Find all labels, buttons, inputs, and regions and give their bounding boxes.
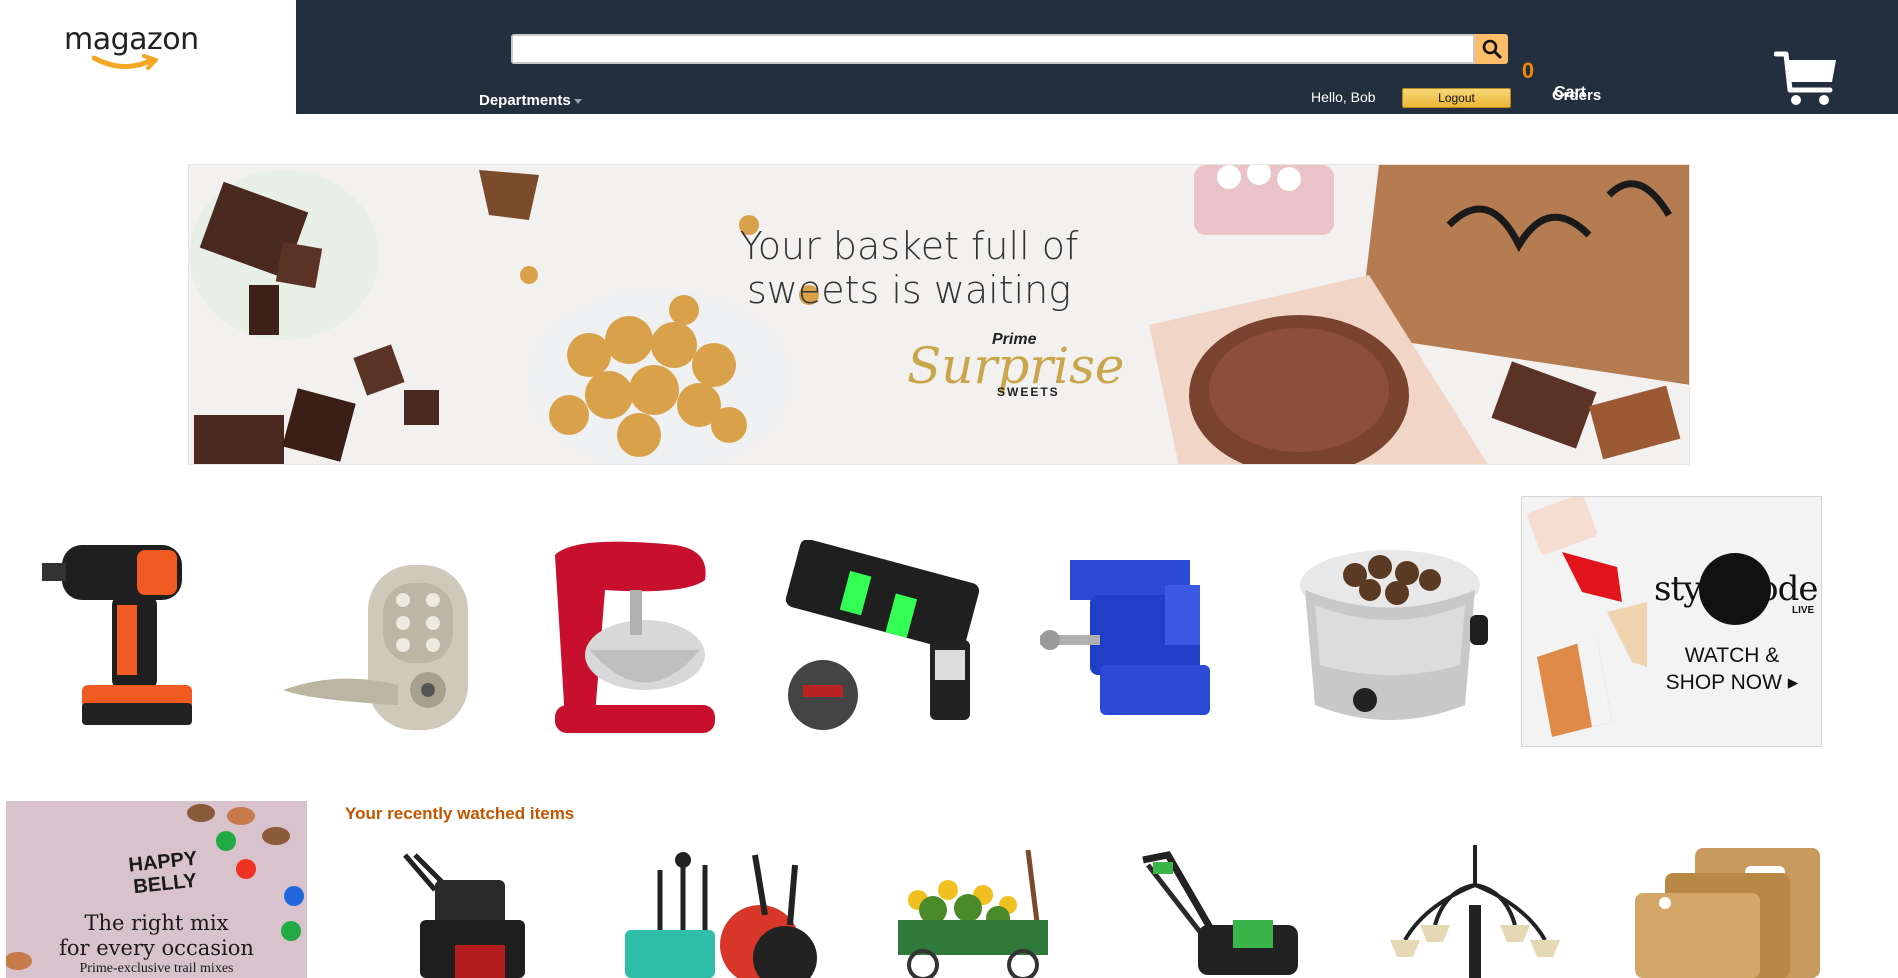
departments-menu[interactable]: Departments: [479, 92, 582, 109]
style-code-image: [1527, 497, 1771, 737]
top-navbar: Departments Hello, Bob Logout Orders: [296, 0, 1898, 114]
search-icon: [1482, 39, 1501, 59]
style-code-title: style code: [1654, 569, 1819, 609]
hero-image: [189, 165, 1689, 464]
cordless-drill-image: [42, 545, 192, 725]
logo[interactable]: magazon: [0, 0, 296, 114]
electric-mower-image: [1142, 851, 1298, 975]
cart-label[interactable]: Cart: [1554, 84, 1586, 102]
logout-button[interactable]: Logout: [1402, 88, 1511, 108]
cart-count: 0: [1521, 58, 1535, 83]
watched-item-garden-cart[interactable]: [888, 849, 1068, 978]
hero-headline: Your basket full of sweets is waiting: [409, 224, 1409, 312]
hero-banner[interactable]: Your basket full of sweets is waiting Pr…: [188, 164, 1690, 465]
stand-mixer-image: [555, 541, 715, 733]
hero-brand-sub: SWEETS: [997, 385, 1060, 399]
logo-smile-icon: [92, 54, 158, 70]
search-button[interactable]: [1475, 34, 1508, 64]
product-cordless-drill[interactable]: [42, 535, 202, 735]
style-code-live: LIVE: [1792, 605, 1815, 616]
watched-item-cutting-boards[interactable]: [1635, 848, 1820, 978]
keypad-door-lever-image: [283, 565, 468, 730]
product-keypad-door-lever[interactable]: [278, 555, 478, 735]
page: magazon Departments Hello, Bob Logout Or…: [0, 0, 1898, 978]
bench-vise-image: [1040, 560, 1210, 715]
style-code-cta-line1: WATCH &: [1684, 644, 1780, 667]
happy-belly-subtext: Prime-exclusive trail mixes: [79, 961, 234, 976]
laser-level-image: [785, 539, 980, 730]
hero-headline-line1: Your basket full of: [739, 224, 1079, 268]
product-slow-cooker[interactable]: [1295, 545, 1490, 730]
garden-cart-image: [898, 849, 1048, 978]
watched-item-cookware-set[interactable]: [625, 850, 825, 978]
hero-headline-line2: sweets is waiting: [746, 268, 1072, 312]
style-code-cta-line2: SHOP NOW ▸: [1665, 671, 1799, 694]
departments-label: Departments: [479, 92, 571, 109]
search-input[interactable]: [511, 34, 1475, 64]
cart-icon: [1774, 51, 1836, 105]
style-code-cta: WATCH & SHOP NOW ▸: [1652, 642, 1812, 696]
slow-cooker-image: [1300, 550, 1488, 720]
happy-belly-headline: The right mix for every occasion: [6, 911, 307, 961]
happy-belly-headline-line1: The right mix: [84, 911, 229, 935]
chevron-down-icon: [573, 99, 582, 104]
product-stand-mixer[interactable]: [535, 535, 725, 735]
cart-button[interactable]: [1774, 50, 1898, 110]
logo-text: magazon: [64, 22, 199, 57]
product-laser-level[interactable]: [785, 539, 980, 735]
watched-item-chandelier[interactable]: [1385, 845, 1565, 978]
user-greeting: Hello, Bob: [1311, 89, 1376, 105]
product-bench-vise[interactable]: [1040, 555, 1230, 725]
cookware-set-image: [625, 852, 817, 978]
chandelier-image: [1390, 845, 1560, 978]
happy-belly-headline-line2: for every occasion: [59, 936, 254, 960]
happy-belly-brand: HAPPY BELLY: [127, 847, 199, 899]
cutting-boards-image: [1635, 848, 1820, 978]
watched-item-snow-blower[interactable]: [395, 850, 535, 978]
snow-blower-image: [403, 853, 525, 978]
watched-item-electric-mower[interactable]: [1133, 850, 1303, 978]
happy-belly-ad[interactable]: HAPPY BELLY The right mix for every occa…: [6, 801, 307, 978]
recently-watched-title: Your recently watched items: [345, 804, 575, 823]
style-code-ad[interactable]: style code LIVE WATCH & SHOP NOW ▸: [1521, 496, 1822, 747]
